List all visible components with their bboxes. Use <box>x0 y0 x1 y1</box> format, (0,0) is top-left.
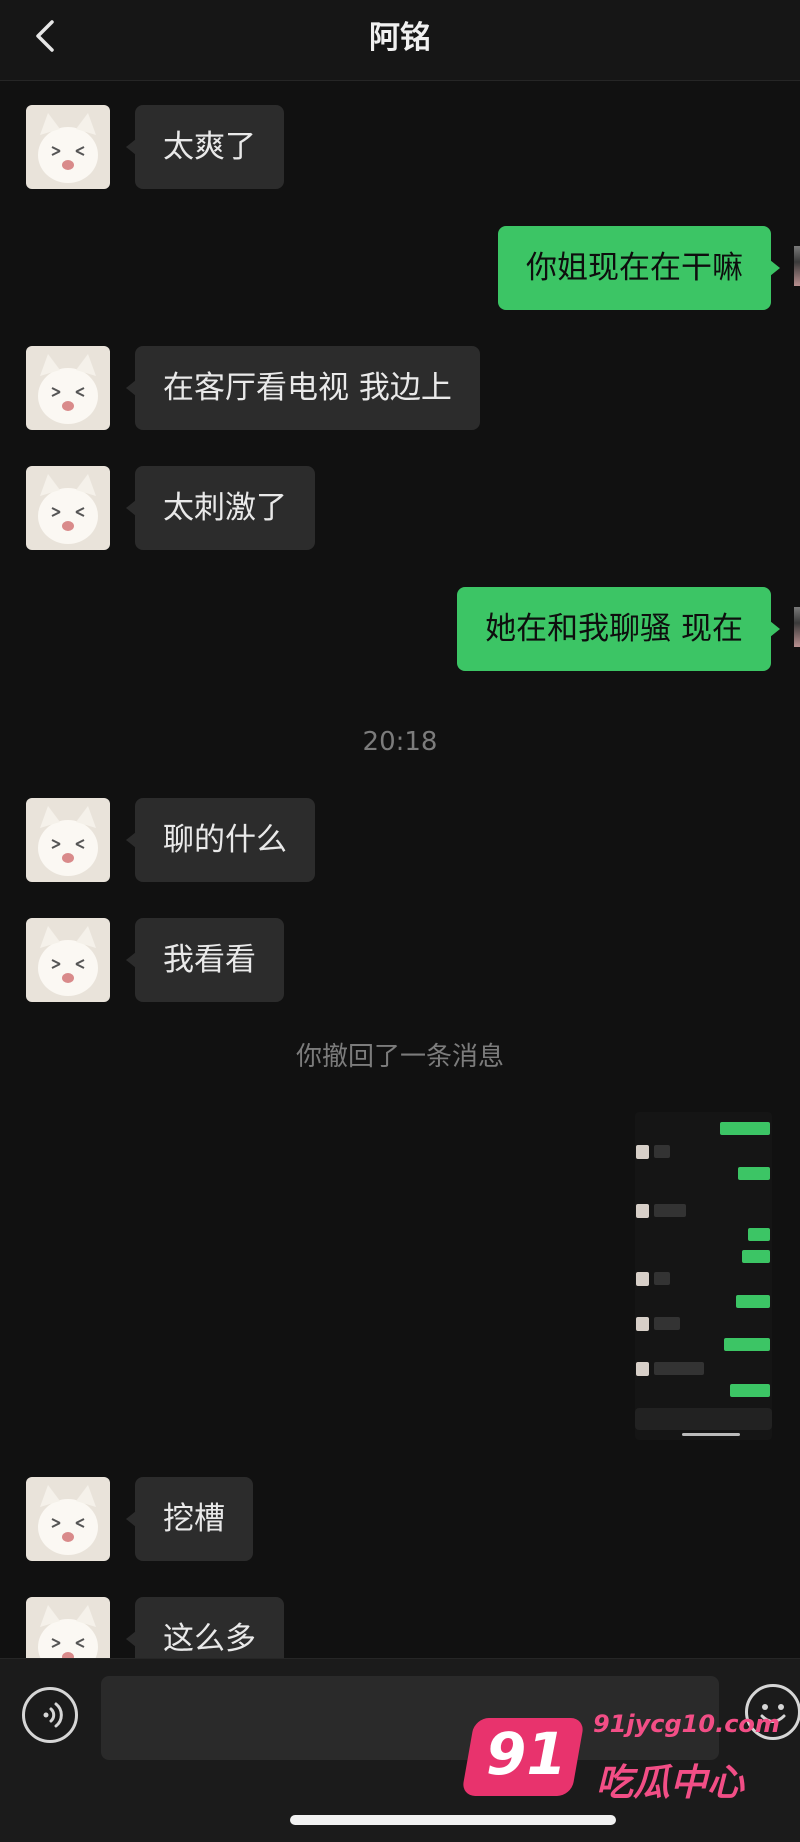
cropped-avatar-edge <box>794 246 800 286</box>
incoming-message[interactable]: 我看看 <box>126 918 284 1002</box>
voice-button[interactable] <box>22 1687 78 1743</box>
voice-icon <box>43 1702 63 1728</box>
chat-title: 阿铭 <box>369 20 431 56</box>
image-message[interactable] <box>635 1112 772 1440</box>
incoming-message[interactable]: 挖槽 <box>126 1477 253 1561</box>
message-row: 她在和我聊骚 现在 <box>0 587 800 671</box>
contact-avatar[interactable] <box>26 918 110 1002</box>
recalled-notice: 你撤回了一条消息 <box>295 1042 504 1072</box>
message-row: 你姐现在在干嘛 <box>0 226 800 310</box>
cropped-avatar-edge <box>794 607 800 647</box>
message-row: 挖槽 <box>0 1477 800 1561</box>
message-row: 聊的什么 <box>0 798 800 882</box>
message-row: 太爽了 <box>0 105 800 189</box>
incoming-message[interactable]: 太爽了 <box>126 105 284 189</box>
watermark-url: 91jycg10.com <box>593 1710 780 1738</box>
contact-avatar[interactable] <box>26 1477 110 1561</box>
incoming-message[interactable]: 在客厅看电视 我边上 <box>126 346 480 430</box>
message-row: 太刺激了 <box>0 466 800 550</box>
incoming-message[interactable]: 太刺激了 <box>126 466 315 550</box>
home-indicator <box>290 1815 616 1825</box>
message-row: 我看看 <box>0 918 800 1002</box>
site-watermark: 91 91jycg10.com 吃瓜中心 <box>461 1700 780 1815</box>
timestamp: 20:18 <box>362 727 438 757</box>
contact-avatar[interactable] <box>26 798 110 882</box>
outgoing-message[interactable]: 你姐现在在干嘛 <box>498 226 780 310</box>
contact-avatar[interactable] <box>26 105 110 189</box>
incoming-message[interactable]: 聊的什么 <box>126 798 315 882</box>
watermark-name: 吃瓜中心 <box>596 1761 744 1804</box>
contact-avatar[interactable] <box>26 466 110 550</box>
chat-header: 阿铭 <box>0 0 800 81</box>
message-row: 在客厅看电视 我边上 <box>0 346 800 430</box>
watermark-number: 91 <box>486 1720 567 1788</box>
contact-avatar[interactable] <box>26 346 110 430</box>
outgoing-message[interactable]: 她在和我聊骚 现在 <box>457 587 780 671</box>
